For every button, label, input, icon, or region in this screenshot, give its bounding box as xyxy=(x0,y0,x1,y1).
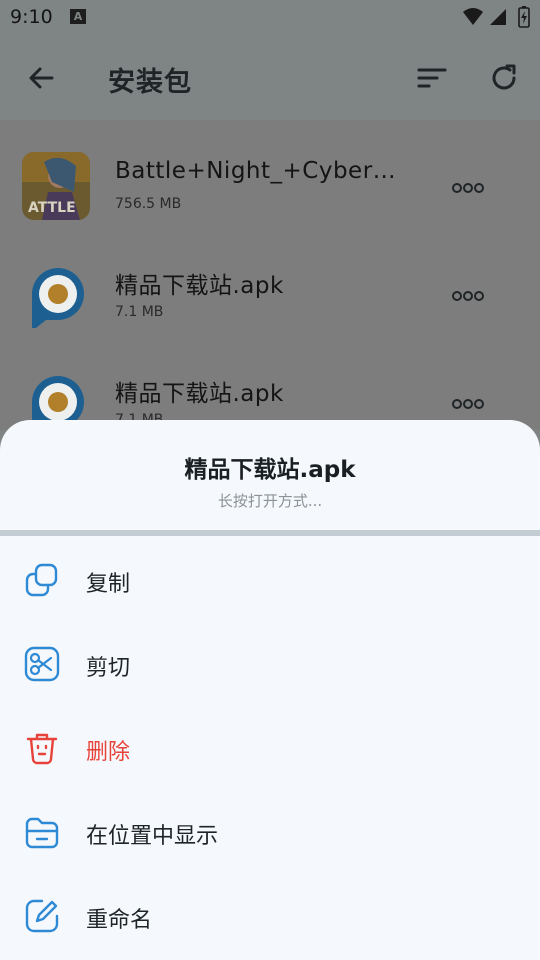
menu-item-cut[interactable]: 剪切 xyxy=(0,622,540,706)
notification-a-icon: A xyxy=(70,9,86,24)
file-name: 精品下载站.apk xyxy=(115,381,284,407)
svg-text:ATTLE: ATTLE xyxy=(28,200,76,216)
battery-icon xyxy=(518,6,530,28)
more-options-icon[interactable] xyxy=(450,284,486,308)
menu-label: 剪切 xyxy=(86,656,131,681)
file-name: Battle+Night_+Cyber… xyxy=(115,158,397,184)
menu-item-show-in-location[interactable]: 在位置中显示 xyxy=(0,790,540,874)
page-title: 安装包 xyxy=(108,67,192,98)
folder-icon xyxy=(25,817,59,849)
file-list-item[interactable]: 精品下载站.apk 7.1 MB xyxy=(0,228,540,336)
menu-label: 复制 xyxy=(86,572,131,597)
menu-label: 在位置中显示 xyxy=(86,824,219,849)
more-options-icon[interactable] xyxy=(450,176,486,200)
signal-icon xyxy=(490,9,506,25)
status-time: 9:10 xyxy=(10,6,53,28)
file-size: 756.5 MB xyxy=(115,196,182,212)
wifi-icon xyxy=(463,8,483,25)
p-logo-icon xyxy=(22,260,90,328)
sheet-subtitle[interactable]: 长按打开方式... xyxy=(0,490,540,511)
sheet-title: 精品下载站.apk xyxy=(184,457,356,483)
menu-item-rename[interactable]: 重命名 xyxy=(0,874,540,958)
trash-icon xyxy=(26,733,58,765)
status-bar: 9:10 A xyxy=(0,0,540,36)
file-name: 精品下载站.apk xyxy=(115,273,284,299)
app-bar: 安装包 xyxy=(0,36,540,120)
more-options-icon[interactable] xyxy=(450,392,486,416)
bottom-sheet: 精品下载站.apk 长按打开方式... 复制 剪切 删除 在位置中显示 重命名 xyxy=(0,420,540,960)
copy-icon xyxy=(25,563,58,597)
back-arrow-icon[interactable] xyxy=(24,60,60,96)
file-list-item[interactable]: ATTLE Battle+Night_+Cyber… 756.5 MB xyxy=(0,120,540,228)
menu-label: 删除 xyxy=(86,740,131,765)
file-list: ATTLE Battle+Night_+Cyber… 756.5 MB 精品下载… xyxy=(0,120,540,436)
sort-icon[interactable] xyxy=(414,60,450,96)
file-size: 7.1 MB xyxy=(115,304,164,320)
game-icon: ATTLE xyxy=(22,152,90,220)
refresh-icon[interactable] xyxy=(486,60,522,96)
menu-label: 重命名 xyxy=(86,908,153,933)
menu-item-delete[interactable]: 删除 xyxy=(0,706,540,790)
divider xyxy=(0,530,540,536)
scissors-icon xyxy=(24,646,60,682)
edit-icon xyxy=(25,899,59,933)
menu-item-copy[interactable]: 复制 xyxy=(0,538,540,622)
